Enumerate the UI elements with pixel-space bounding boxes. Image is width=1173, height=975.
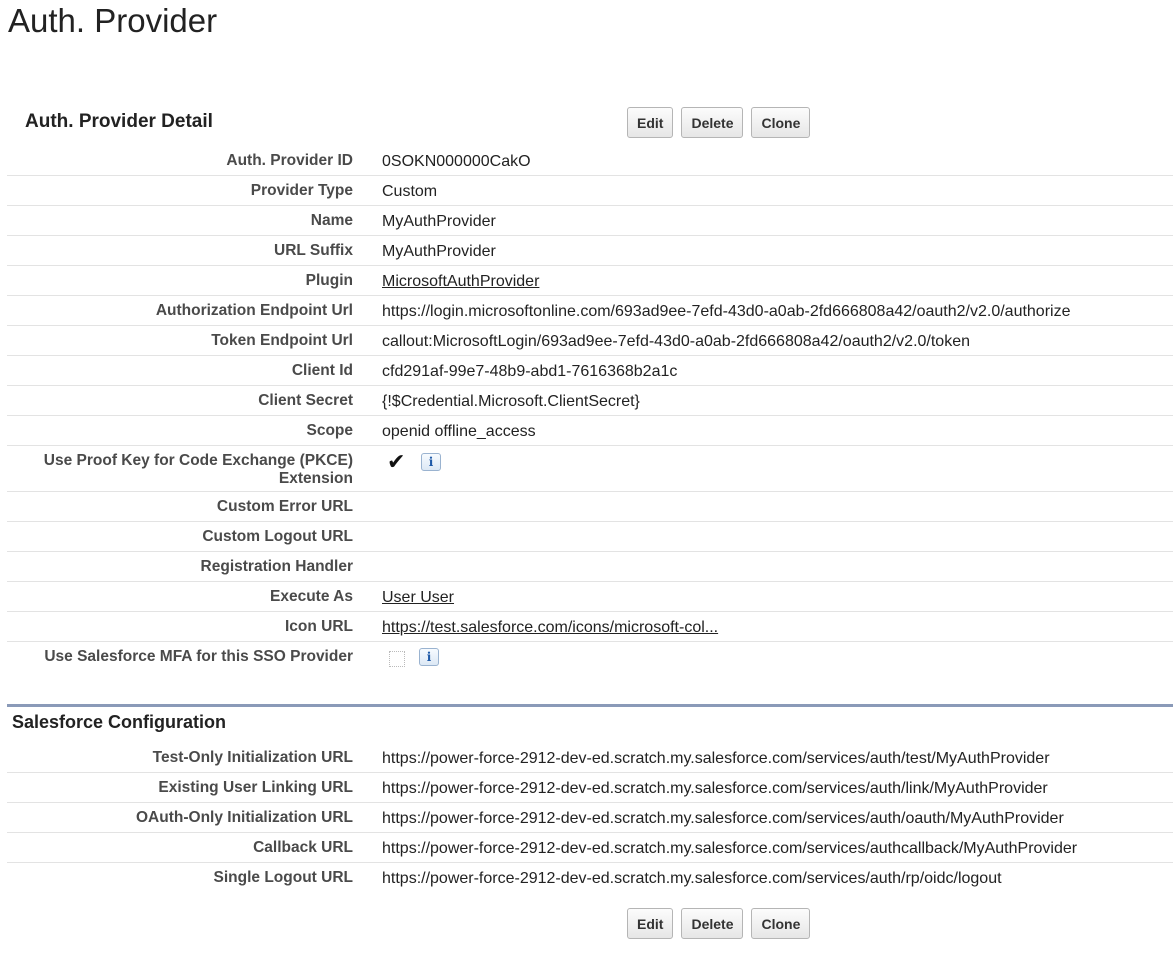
field-row-registration-handler: Registration Handler — [7, 552, 1173, 582]
field-label: Use Salesforce MFA for this SSO Provider — [44, 648, 353, 665]
field-row-execute-as: Execute As User User — [7, 582, 1173, 612]
field-row-oauth-only-init: OAuth-Only Initialization URL https://po… — [7, 803, 1173, 833]
top-button-group: Edit Delete Clone — [627, 107, 811, 138]
field-label: Custom Error URL — [216, 498, 353, 515]
field-value: https://power-force-2912-dev-ed.scratch.… — [382, 810, 1064, 827]
field-label: Scope — [306, 422, 353, 439]
config-fields: Test-Only Initialization URL https://pow… — [7, 743, 1173, 893]
mfa-checkbox-group: i — [387, 647, 439, 667]
clone-button[interactable]: Clone — [751, 107, 811, 138]
field-value: 0SOKN000000CakO — [382, 153, 531, 170]
edit-button[interactable]: Edit — [627, 107, 674, 138]
field-label: Custom Logout URL — [202, 528, 353, 545]
edit-button[interactable]: Edit — [627, 908, 674, 939]
field-value: MyAuthProvider — [382, 213, 496, 230]
field-label: Execute As — [270, 588, 353, 605]
field-row-test-only-init: Test-Only Initialization URL https://pow… — [7, 743, 1173, 773]
field-row-plugin: Plugin MicrosoftAuthProvider — [7, 266, 1173, 296]
plugin-link[interactable]: MicrosoftAuthProvider — [382, 273, 539, 291]
field-label: URL Suffix — [274, 242, 353, 259]
delete-button[interactable]: Delete — [681, 107, 744, 138]
checkmark-icon: ✔ — [387, 449, 406, 474]
field-row-pkce: Use Proof Key for Code Exchange (PKCE) E… — [7, 446, 1173, 492]
field-value: https://power-force-2912-dev-ed.scratch.… — [382, 750, 1050, 767]
field-row-name: Name MyAuthProvider — [7, 206, 1173, 236]
field-label: Callback URL — [253, 839, 353, 856]
unchecked-box-icon — [389, 651, 405, 667]
section-divider — [7, 704, 1173, 707]
pkce-checkbox-group: ✔ i — [387, 451, 441, 473]
field-label: Use Proof Key for Code Exchange (PKCE) E… — [44, 452, 353, 488]
execute-as-link[interactable]: User User — [382, 589, 454, 607]
field-row-provider-type: Provider Type Custom — [7, 176, 1173, 206]
field-row-custom-logout-url: Custom Logout URL — [7, 522, 1173, 552]
field-value: https://power-force-2912-dev-ed.scratch.… — [382, 780, 1048, 797]
page-title: Auth. Provider — [8, 2, 218, 39]
field-label: Registration Handler — [200, 558, 353, 575]
field-label: Test-Only Initialization URL — [152, 749, 353, 766]
info-icon[interactable]: i — [419, 648, 439, 666]
field-row-scope: Scope openid offline_access — [7, 416, 1173, 446]
clone-button[interactable]: Clone — [751, 908, 811, 939]
detail-fields: Auth. Provider ID 0SOKN000000CakO Provid… — [7, 146, 1173, 672]
field-value: cfd291af-99e7-48b9-abd1-7616368b2a1c — [382, 363, 678, 380]
field-row-mfa: Use Salesforce MFA for this SSO Provider… — [7, 642, 1173, 672]
field-row-callback: Callback URL https://power-force-2912-de… — [7, 833, 1173, 863]
pkce-label-line1: Use Proof Key for Code Exchange (PKCE) — [43, 452, 353, 469]
field-row-client-secret: Client Secret {!$Credential.Microsoft.Cl… — [7, 386, 1173, 416]
field-row-token-endpoint: Token Endpoint Url callout:MicrosoftLogi… — [7, 326, 1173, 356]
field-value: MyAuthProvider — [382, 243, 496, 260]
field-label: OAuth-Only Initialization URL — [136, 809, 353, 826]
field-label: Single Logout URL — [213, 869, 353, 886]
detail-section-header: Auth. Provider Detail — [25, 111, 213, 132]
field-value: https://login.microsoftonline.com/693ad9… — [382, 303, 1071, 320]
field-label: Client Id — [291, 362, 353, 379]
field-label: Name — [310, 212, 353, 229]
field-label: Plugin — [305, 272, 353, 289]
bottom-button-group: Edit Delete Clone — [627, 908, 811, 939]
field-label: Token Endpoint Url — [211, 332, 353, 349]
field-row-icon-url: Icon URL https://test.salesforce.com/ico… — [7, 612, 1173, 642]
field-row-authorization-endpoint: Authorization Endpoint Url https://login… — [7, 296, 1173, 326]
field-label: Existing User Linking URL — [158, 779, 353, 796]
info-icon[interactable]: i — [421, 453, 441, 471]
field-value: {!$Credential.Microsoft.ClientSecret} — [382, 393, 640, 410]
field-row-existing-user-linking: Existing User Linking URL https://power-… — [7, 773, 1173, 803]
field-label: Icon URL — [284, 618, 353, 635]
config-section-header: Salesforce Configuration — [12, 712, 227, 732]
field-row-custom-error-url: Custom Error URL — [7, 492, 1173, 522]
field-row-single-logout: Single Logout URL https://power-force-29… — [7, 863, 1173, 893]
field-label: Auth. Provider ID — [226, 152, 353, 169]
field-value: callout:MicrosoftLogin/693ad9ee-7efd-43d… — [382, 333, 970, 350]
icon-url-link[interactable]: https://test.salesforce.com/icons/micros… — [382, 619, 718, 637]
field-row-url-suffix: URL Suffix MyAuthProvider — [7, 236, 1173, 266]
field-label: Authorization Endpoint Url — [155, 302, 353, 319]
field-value: openid offline_access — [382, 423, 536, 440]
pkce-label-line2: Extension — [278, 470, 353, 487]
delete-button[interactable]: Delete — [681, 908, 744, 939]
field-value: Custom — [382, 183, 438, 200]
field-row-auth-provider-id: Auth. Provider ID 0SOKN000000CakO — [7, 146, 1173, 176]
field-label: Provider Type — [250, 182, 353, 199]
field-row-client-id: Client Id cfd291af-99e7-48b9-abd1-761636… — [7, 356, 1173, 386]
field-label: Client Secret — [258, 392, 353, 409]
field-value: https://power-force-2912-dev-ed.scratch.… — [382, 840, 1078, 857]
field-value: https://power-force-2912-dev-ed.scratch.… — [382, 870, 1002, 887]
